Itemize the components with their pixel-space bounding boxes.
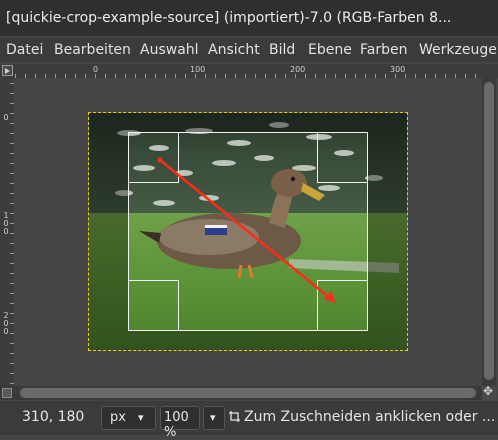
horizontal-ruler[interactable] xyxy=(0,64,498,78)
vruler-label-200: 2 0 0 xyxy=(3,311,9,336)
menu-farben[interactable]: Farben xyxy=(360,38,407,62)
status-hint: Zum Zuschneiden anklicken oder ... xyxy=(229,409,495,425)
status-bar: 310, 180 px ▾ 100 % ▾ Zum Zuschneiden an… xyxy=(0,401,498,440)
menu-ansicht[interactable]: Ansicht xyxy=(208,38,260,62)
menu-datei[interactable]: Datei xyxy=(6,38,43,62)
triangle-right-icon[interactable] xyxy=(2,65,13,76)
navigate-icon[interactable] xyxy=(482,384,496,400)
horizontal-scroll-thumb[interactable] xyxy=(20,388,476,398)
menu-bild[interactable]: Bild xyxy=(269,38,295,62)
vertical-scroll-thumb[interactable] xyxy=(484,82,494,380)
ruler-label-0: 0 xyxy=(93,65,99,74)
menu-bar: Datei Bearbeiten Auswahl Ansicht Bild Eb… xyxy=(0,38,498,62)
ruler-label-300: 300 xyxy=(390,65,406,74)
chevron-down-icon: ▾ xyxy=(210,411,216,424)
zoom-dropdown[interactable]: ▾ xyxy=(203,406,225,430)
menu-bearbeiten[interactable]: Bearbeiten xyxy=(54,38,131,62)
ruler-label-200: 200 xyxy=(290,65,306,74)
ruler-label-100: 100 xyxy=(190,65,206,74)
unit-selector[interactable]: px ▾ xyxy=(101,406,156,430)
vruler-label-100: 1 0 0 xyxy=(3,211,9,236)
crop-handle-top-left[interactable] xyxy=(128,132,179,183)
unit-value: px xyxy=(110,410,126,425)
menu-ebene[interactable]: Ebene xyxy=(308,38,352,62)
crop-handle-bottom-left[interactable] xyxy=(128,280,179,331)
zoom-value: 100 % xyxy=(164,410,189,440)
crop-handle-bottom-right[interactable] xyxy=(317,280,368,331)
crop-handle-top-right[interactable] xyxy=(317,132,368,183)
window-title: [quickie-crop-example-source] (importier… xyxy=(0,0,498,36)
chevron-down-icon: ▾ xyxy=(138,411,144,424)
ruler-ticks-h xyxy=(15,74,476,78)
quick-mask-toggle[interactable] xyxy=(2,388,12,398)
zoom-field[interactable]: 100 % xyxy=(160,406,200,440)
crop-icon xyxy=(229,411,240,422)
menu-werkzeuge[interactable]: Werkzeuge xyxy=(419,38,497,62)
menu-auswahl[interactable]: Auswahl xyxy=(140,38,199,62)
pointer-coordinates: 310, 180 xyxy=(22,409,85,425)
status-hint-text: Zum Zuschneiden anklicken oder ... xyxy=(244,409,496,425)
vruler-label-0: 0 xyxy=(3,113,9,122)
